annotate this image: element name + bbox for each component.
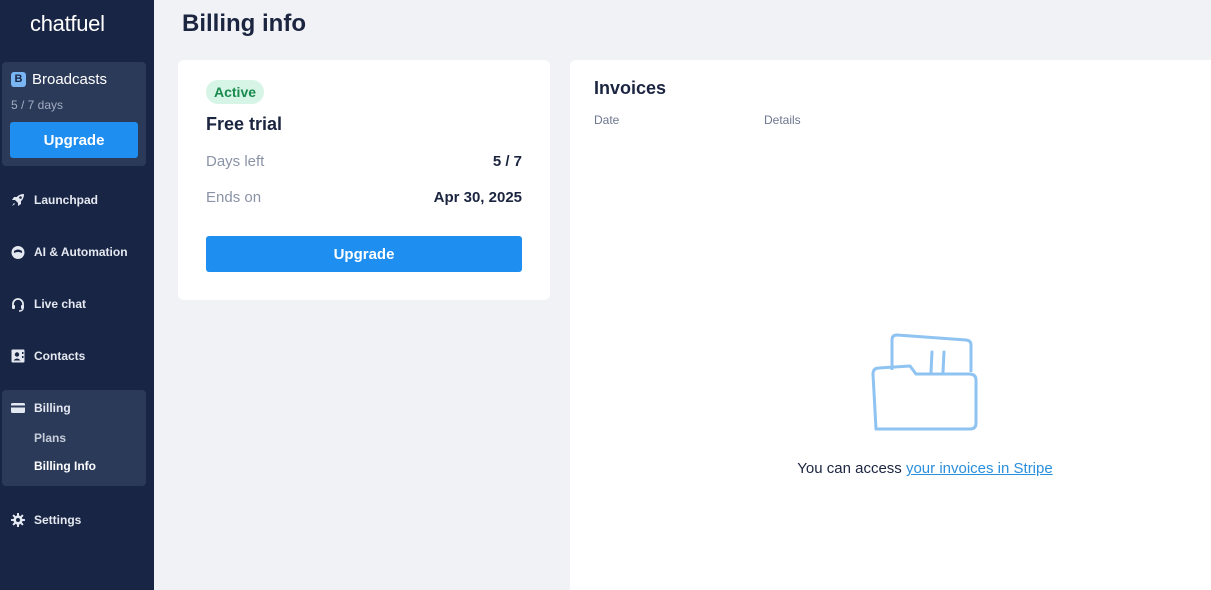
sidebar-item-contacts[interactable]: Contacts — [0, 341, 154, 371]
rocket-icon — [12, 194, 24, 206]
stripe-invoices-link[interactable]: your invoices in Stripe — [906, 460, 1053, 477]
sidebar-item-ai-automation[interactable]: AI & Automation — [0, 237, 154, 267]
column-header-details: Details — [764, 113, 801, 127]
sidebar-subitem-plans[interactable]: Plans — [34, 431, 66, 445]
sidebar-item-billing[interactable]: Billing — [0, 393, 154, 423]
trial-days-counter: 5 / 7 days — [11, 98, 64, 112]
sidebar-item-label: Launchpad — [34, 193, 99, 207]
sidebar-item-launchpad[interactable]: Launchpad — [0, 185, 154, 215]
upgrade-button[interactable]: Upgrade — [206, 236, 522, 272]
sidebar-item-label: Billing — [34, 401, 71, 415]
sidebar-upgrade-button[interactable]: Upgrade — [10, 122, 138, 158]
bot-face-icon — [11, 246, 25, 259]
sidebar-item-settings[interactable]: Settings — [0, 505, 154, 535]
empty-state-prefix: You can access — [797, 460, 906, 477]
days-left-label: Days left — [206, 153, 265, 170]
workspace-name[interactable]: Broadcasts — [32, 71, 107, 88]
sidebar-subitem-billing-info[interactable]: Billing Info — [34, 459, 96, 473]
sidebar-item-label: Live chat — [34, 297, 87, 311]
headset-icon — [12, 298, 24, 312]
page-title: Billing info — [182, 10, 306, 37]
empty-state-message: You can access your invoices in Stripe — [570, 460, 1211, 477]
days-left-value: 5 / 7 — [492, 153, 522, 170]
workspace-card: B Broadcasts 5 / 7 days Upgrade — [2, 62, 146, 166]
billing-nav-group: Billing Plans Billing Info — [2, 390, 146, 486]
status-badge: Active — [206, 80, 265, 104]
sidebar-item-label: Contacts — [34, 349, 86, 363]
invoices-panel: Invoices Date Details You can access you… — [570, 60, 1211, 590]
credit-card-icon — [11, 403, 25, 413]
gear-icon — [11, 513, 25, 527]
workspace-badge: B — [11, 72, 26, 87]
plan-card: Active Free trial Days left 5 / 7 Ends o… — [178, 60, 550, 300]
sidebar-item-label: Settings — [34, 513, 82, 527]
plan-name: Free trial — [206, 114, 283, 134]
contacts-book-icon — [11, 349, 25, 363]
ends-on-label: Ends on — [206, 189, 262, 206]
ends-on-value: Apr 30, 2025 — [433, 189, 522, 206]
column-header-date: Date — [594, 113, 620, 127]
invoices-title: Invoices — [594, 78, 667, 98]
sidebar: chatfuel B Broadcasts 5 / 7 days Upgrade… — [0, 0, 154, 590]
sidebar-item-live-chat[interactable]: Live chat — [0, 289, 154, 319]
sidebar-item-label: AI & Automation — [34, 245, 128, 259]
chatfuel-logo[interactable]: chatfuel — [30, 11, 105, 37]
empty-folder-icon — [871, 333, 978, 431]
